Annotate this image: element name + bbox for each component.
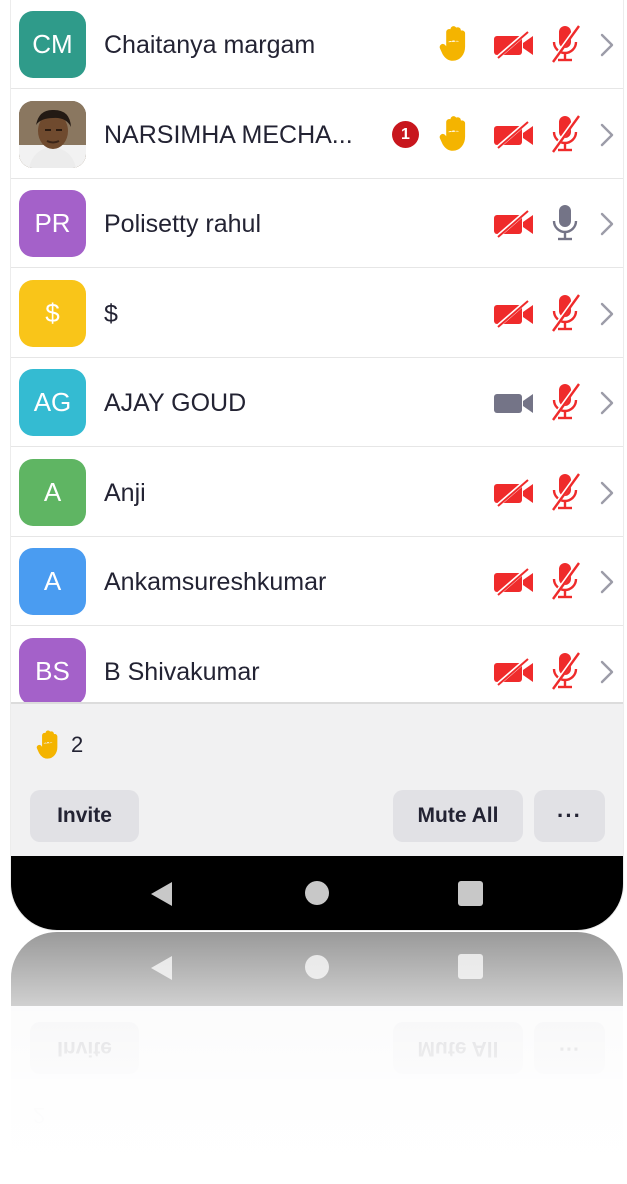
raised-hand-icon [36, 730, 58, 759]
video-on-icon [493, 389, 535, 422]
mic-muted-icon [548, 561, 582, 606]
participant-row[interactable]: A Ankamsureshkumar [11, 537, 623, 626]
avatar-initials: BS [19, 638, 86, 702]
home-circle-icon[interactable] [304, 880, 330, 906]
chevron-right-icon[interactable] [599, 659, 615, 690]
raised-hands-count: 2 [71, 732, 84, 757]
recents-square-icon[interactable] [458, 881, 483, 906]
back-triangle-icon[interactable] [148, 880, 176, 908]
screen: CM Chaitanya margam NARSIMHA MECHA... 1 PR Po… [0, 0, 627, 1184]
android-navigation-bar [11, 856, 623, 930]
participant-name: Ankamsureshkumar [104, 568, 327, 596]
mute-all-button[interactable]: Mute All [393, 790, 523, 842]
reflection-fade [11, 932, 623, 1184]
raised-hand-icon [435, 113, 477, 160]
chevron-right-icon[interactable] [599, 390, 615, 421]
participant-row[interactable]: CM Chaitanya margam [11, 0, 623, 89]
chevron-right-icon[interactable] [599, 480, 615, 511]
participant-name: Anji [104, 479, 146, 507]
chevron-right-icon[interactable] [599, 569, 615, 600]
avatar-initials: PR [19, 190, 86, 257]
invite-button[interactable]: Invite [30, 790, 139, 842]
participant-name: AJAY GOUD [104, 389, 247, 417]
participant-row[interactable]: BS B Shivakumar [11, 627, 623, 702]
mic-muted-icon [548, 651, 582, 696]
avatar-initials: A [19, 459, 86, 526]
avatar-initials: AG [19, 369, 86, 436]
chevron-right-icon[interactable] [599, 211, 615, 242]
avatar-initials: A [19, 548, 86, 615]
video-off-icon [493, 30, 535, 64]
participant-name: $ [104, 300, 118, 328]
avatar-initials: $ [19, 280, 86, 347]
participants-footer: 2 Invite Mute All ··· [11, 702, 623, 856]
avatar-initials: CM [19, 11, 86, 78]
video-off-icon [493, 120, 535, 154]
chevron-right-icon[interactable] [599, 32, 615, 63]
phone-reflection: Invite Mute All ··· 2 [11, 932, 623, 1184]
mic-muted-icon [548, 293, 582, 338]
raised-hand-icon [435, 23, 477, 70]
mic-muted-icon [548, 114, 582, 159]
participant-row[interactable]: $ $ [11, 269, 623, 358]
mic-muted-icon [548, 472, 582, 517]
participant-row[interactable]: AG AJAY GOUD [11, 358, 623, 447]
video-off-icon [493, 657, 535, 691]
more-options-button[interactable]: ··· [534, 790, 605, 842]
mic-muted-icon [548, 24, 582, 69]
chevron-right-icon[interactable] [599, 301, 615, 332]
participant-name: Chaitanya margam [104, 31, 316, 59]
participant-list[interactable]: CM Chaitanya margam NARSIMHA MECHA... 1 PR Po… [11, 0, 623, 702]
mic-muted-icon [548, 382, 582, 427]
participant-name: B Shivakumar [104, 658, 260, 686]
phone-frame: CM Chaitanya margam NARSIMHA MECHA... 1 PR Po… [11, 0, 623, 930]
avatar-photo [19, 101, 86, 168]
chevron-right-icon[interactable] [599, 122, 615, 153]
participant-name: Polisetty rahul [104, 210, 262, 238]
video-off-icon [493, 567, 535, 601]
video-off-icon [493, 478, 535, 512]
participant-row[interactable]: NARSIMHA MECHA... 1 [11, 90, 623, 179]
participant-row[interactable]: PR Polisetty rahul [11, 179, 623, 268]
unread-chat-badge: 1 [392, 121, 419, 148]
participant-row[interactable]: A Anji [11, 448, 623, 537]
participant-name: NARSIMHA MECHA... [104, 121, 353, 149]
video-off-icon [493, 299, 535, 333]
mic-on-icon [548, 203, 582, 248]
video-off-icon [493, 209, 535, 243]
raised-hands-counter: 2 [33, 728, 83, 762]
